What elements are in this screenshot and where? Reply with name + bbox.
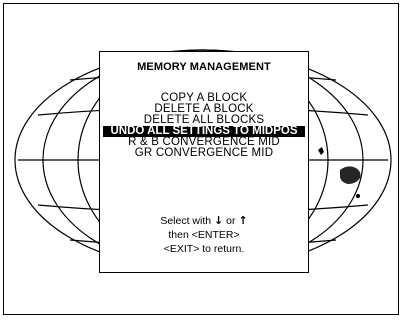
memory-management-menu: MEMORY MANAGEMENT COPY A BLOCK DELETE A … — [99, 51, 309, 273]
help-line-exit: <EXIT> to return. — [163, 243, 245, 255]
projector-osd-screen: MEMORY MANAGEMENT COPY A BLOCK DELETE A … — [0, 0, 405, 321]
menu-title: MEMORY MANAGEMENT — [137, 61, 271, 73]
down-arrow-icon: ↓ — [214, 214, 224, 227]
help-select-prefix: Select with — [160, 215, 212, 227]
menu-item-list: COPY A BLOCK DELETE A BLOCK DELETE ALL B… — [100, 92, 308, 159]
menu-item-gr-convergence-mid[interactable]: GR CONVERGENCE MID — [100, 147, 308, 159]
up-arrow-icon: ↑ — [238, 214, 248, 227]
help-or-word: or — [226, 215, 236, 227]
menu-help-text: Select with ↓ or ↑ then <ENTER> <EXIT> t… — [100, 214, 308, 256]
help-line-enter: then <ENTER> — [168, 229, 240, 241]
help-line-select: Select with ↓ or ↑ — [100, 214, 308, 228]
